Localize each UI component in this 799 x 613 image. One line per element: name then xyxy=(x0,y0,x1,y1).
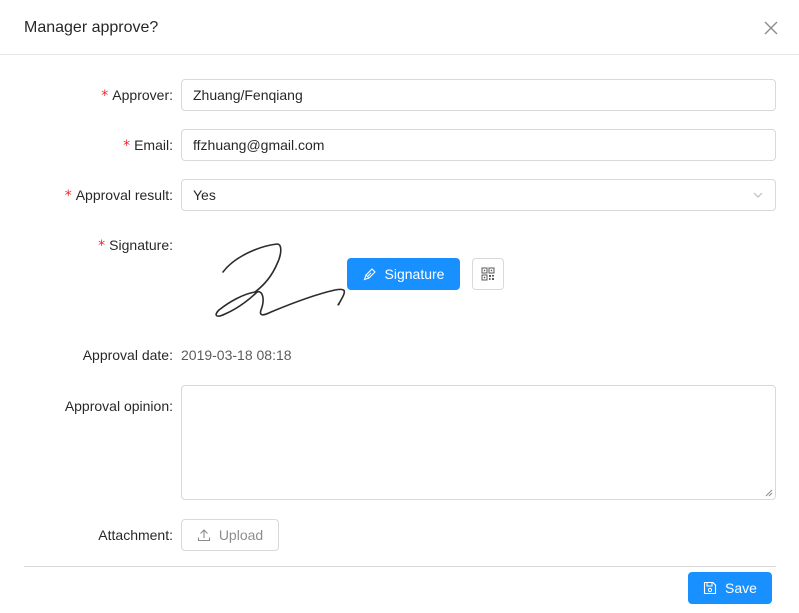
approval-opinion-textarea[interactable] xyxy=(181,385,776,500)
modal-title: Manager approve? xyxy=(24,19,159,36)
qrcode-icon xyxy=(481,267,495,281)
signature-label: * Signature: xyxy=(98,237,173,254)
approver-label: * Approver: xyxy=(101,87,173,104)
signature-row: * Signature: Signature xyxy=(0,229,799,319)
chevron-down-icon xyxy=(753,192,763,198)
approval-result-label: * Approval result: xyxy=(64,187,173,204)
approval-result-row: * Approval result: Yes xyxy=(0,179,799,211)
footer-divider xyxy=(24,566,776,567)
approver-row: * Approver: Zhuang/Fenqiang xyxy=(0,79,799,111)
email-value: ffzhuang@gmail.com xyxy=(193,137,325,153)
brush-icon xyxy=(363,268,376,281)
email-row: * Email: ffzhuang@gmail.com xyxy=(0,129,799,161)
save-button-label: Save xyxy=(725,580,757,596)
required-mark: * xyxy=(64,188,72,204)
attachment-row: Attachment: Upload xyxy=(0,519,799,551)
upload-icon xyxy=(197,529,210,542)
approval-result-select[interactable]: Yes xyxy=(181,179,776,211)
approver-value: Zhuang/Fenqiang xyxy=(193,87,303,103)
approval-date-label: Approval date: xyxy=(82,347,173,363)
close-icon xyxy=(764,21,778,35)
signature-image xyxy=(215,243,346,317)
email-label: * Email: xyxy=(123,137,173,154)
signature-button[interactable]: Signature xyxy=(347,258,460,290)
upload-button[interactable]: Upload xyxy=(181,519,279,551)
signature-button-label: Signature xyxy=(384,266,445,282)
modal-header: Manager approve? xyxy=(0,0,799,55)
required-mark: * xyxy=(123,138,131,154)
approver-input[interactable]: Zhuang/Fenqiang xyxy=(181,79,776,111)
approval-date-value: 2019-03-18 08:18 xyxy=(181,347,292,363)
required-mark: * xyxy=(98,238,106,254)
approval-date-row: Approval date: 2019-03-18 08:18 xyxy=(0,345,799,365)
email-field[interactable]: ffzhuang@gmail.com xyxy=(181,129,776,161)
save-icon xyxy=(703,581,717,595)
save-button[interactable]: Save xyxy=(688,572,772,604)
qrcode-button[interactable] xyxy=(472,258,504,290)
upload-button-label: Upload xyxy=(218,527,264,543)
approval-opinion-label: Approval opinion: xyxy=(64,398,173,414)
resize-grip-icon[interactable] xyxy=(765,489,773,497)
approval-result-value: Yes xyxy=(193,187,216,203)
attachment-label: Attachment: xyxy=(98,527,173,543)
close-button[interactable] xyxy=(761,18,781,38)
approval-opinion-row: Approval opinion: xyxy=(0,385,799,500)
required-mark: * xyxy=(101,88,109,104)
approval-modal: Manager approve? * Approver: Zhuang/Fenqi… xyxy=(0,0,799,613)
